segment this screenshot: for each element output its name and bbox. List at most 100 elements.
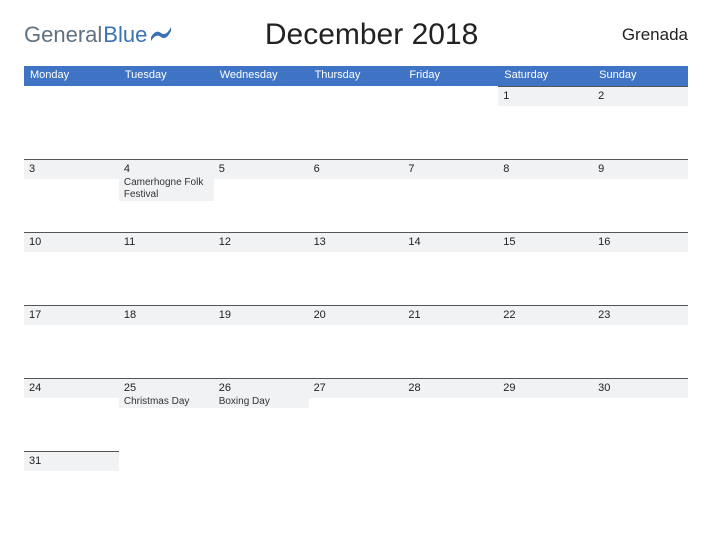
day-number: 21: [408, 309, 493, 321]
day-cell: 1: [498, 86, 593, 159]
day-cell: 6: [309, 159, 404, 232]
day-cell: [403, 451, 498, 524]
day-body: [498, 398, 593, 452]
day-number: 2: [598, 90, 683, 102]
day-cell: 23: [593, 305, 688, 378]
day-cell: 3: [24, 159, 119, 232]
day-body: [498, 325, 593, 379]
day-number: 18: [124, 309, 209, 321]
day-number: 24: [29, 382, 114, 394]
day-cell: 30: [593, 378, 688, 451]
day-number: 23: [598, 309, 683, 321]
day-cell: [119, 451, 214, 524]
day-cell: 5: [214, 159, 309, 232]
day-body: [593, 252, 688, 306]
day-number: 22: [503, 309, 588, 321]
day-cell: 8: [498, 159, 593, 232]
day-cell: 19: [214, 305, 309, 378]
day-cell: 22: [498, 305, 593, 378]
day-body: [309, 398, 404, 452]
day-number: 14: [408, 236, 493, 248]
day-number: 8: [503, 163, 588, 175]
day-body: [24, 179, 119, 233]
day-cell: 13: [309, 232, 404, 305]
day-number: 31: [29, 455, 114, 467]
day-number: 15: [503, 236, 588, 248]
day-number: 19: [219, 309, 304, 321]
day-body: [309, 179, 404, 233]
day-cell: [498, 451, 593, 524]
day-cell: [119, 86, 214, 159]
day-number: 9: [598, 163, 683, 175]
day-cell: [24, 86, 119, 159]
day-body: [24, 252, 119, 306]
day-body: [119, 252, 214, 306]
dow-cell: Thursday: [309, 66, 404, 86]
day-cell: 7: [403, 159, 498, 232]
day-body: [403, 398, 498, 452]
day-cell: [403, 86, 498, 159]
day-number: 3: [29, 163, 114, 175]
day-body: [498, 179, 593, 233]
day-cell: 31: [24, 451, 119, 524]
day-number: 20: [314, 309, 399, 321]
day-cell: 11: [119, 232, 214, 305]
day-cell: 17: [24, 305, 119, 378]
day-cell: [593, 451, 688, 524]
day-cell: 27: [309, 378, 404, 451]
day-body: [309, 252, 404, 306]
day-cell: 16: [593, 232, 688, 305]
day-cell: [309, 451, 404, 524]
day-cell: 2: [593, 86, 688, 159]
day-body: [593, 398, 688, 452]
day-event: Camerhogne Folk Festival: [124, 177, 209, 201]
dow-cell: Wednesday: [214, 66, 309, 86]
day-cell: [214, 451, 309, 524]
day-body: [498, 252, 593, 306]
day-number: 6: [314, 163, 399, 175]
region-label: Grenada: [622, 25, 688, 45]
day-cell: 10: [24, 232, 119, 305]
day-body: [309, 325, 404, 379]
day-event: Christmas Day: [124, 396, 209, 408]
dow-header-row: MondayTuesdayWednesdayThursdayFridaySatu…: [24, 66, 688, 86]
day-cell: [309, 86, 404, 159]
day-body: [214, 252, 309, 306]
day-cell: 28: [403, 378, 498, 451]
day-cell: 20: [309, 305, 404, 378]
day-number: 11: [124, 236, 209, 248]
day-body: [403, 252, 498, 306]
day-cell: 18: [119, 305, 214, 378]
day-body: [593, 106, 688, 160]
brand-word-general: General: [24, 22, 102, 48]
calendar-grid: 1234Camerhogne Folk Festival567891011121…: [24, 86, 688, 524]
day-number: 7: [408, 163, 493, 175]
day-body: [214, 179, 309, 233]
day-cell: 9: [593, 159, 688, 232]
day-number: 17: [29, 309, 114, 321]
day-cell: 24: [24, 378, 119, 451]
day-number: 13: [314, 236, 399, 248]
day-body: [498, 106, 593, 160]
day-cell: 4Camerhogne Folk Festival: [119, 159, 214, 232]
dow-cell: Friday: [403, 66, 498, 86]
day-body: [403, 179, 498, 233]
dow-cell: Tuesday: [119, 66, 214, 86]
day-number: 1: [503, 90, 588, 102]
calendar-header: General Blue December 2018 Grenada: [24, 18, 688, 52]
day-cell: 15: [498, 232, 593, 305]
day-number: 25: [124, 382, 209, 394]
day-cell: 25 Christmas Day: [119, 378, 214, 451]
day-number: 26: [219, 382, 304, 394]
day-event: Boxing Day: [219, 396, 304, 408]
day-cell: [214, 86, 309, 159]
day-cell: 12: [214, 232, 309, 305]
day-body: [593, 179, 688, 233]
day-number: 12: [219, 236, 304, 248]
day-body: [593, 325, 688, 379]
day-body: [403, 325, 498, 379]
day-body: [24, 398, 119, 452]
day-body: [214, 325, 309, 379]
dow-cell: Monday: [24, 66, 119, 86]
calendar-title: December 2018: [121, 18, 622, 52]
